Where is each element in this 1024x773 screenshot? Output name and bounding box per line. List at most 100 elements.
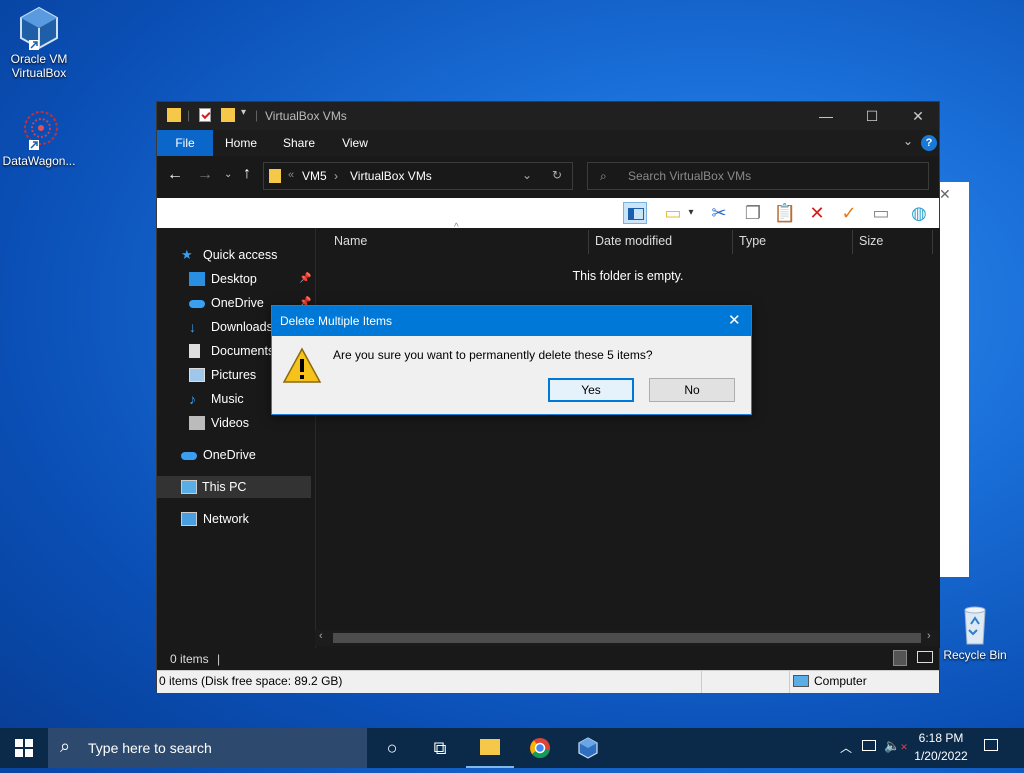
desktop-icon-label: DataWagon...	[2, 154, 76, 168]
tab-home[interactable]: Home	[215, 130, 267, 156]
paste-icon[interactable]: 📋	[773, 202, 797, 224]
copy-icon[interactable]: ❐	[741, 202, 765, 224]
new-folder-icon[interactable]	[221, 108, 235, 122]
preview-pane-icon[interactable]	[623, 202, 647, 224]
folder-icon	[167, 108, 181, 122]
separator: |	[255, 108, 259, 122]
shell-toolbar: ▭ ▾ ✂ ❐ 📋 ✕ ✓ ▭ ◍	[157, 198, 939, 228]
chrome-icon[interactable]	[516, 728, 564, 768]
search-box[interactable]: ⌕ Search VirtualBox VMs	[587, 162, 929, 190]
column-divider	[852, 230, 853, 254]
star-icon: ★	[181, 247, 193, 262]
yes-button[interactable]: Yes	[548, 378, 634, 402]
network-status-icon[interactable]	[862, 740, 876, 751]
recent-locations-icon[interactable]: ⌄	[224, 169, 232, 180]
network-icon	[181, 512, 197, 526]
sort-indicator-icon: ^	[454, 222, 459, 233]
back-icon[interactable]: ←	[167, 166, 183, 184]
search-placeholder: Search VirtualBox VMs	[628, 169, 752, 183]
show-hidden-icons-icon[interactable]: ︿	[840, 739, 852, 756]
taskbar-search-box[interactable]: ⌕ Type here to search	[48, 728, 367, 768]
column-header-type[interactable]: Type	[739, 230, 766, 252]
column-divider	[588, 230, 589, 254]
computer-icon	[793, 675, 809, 687]
scroll-right-icon[interactable]: ›	[927, 630, 931, 642]
address-dropdown-icon[interactable]: ⌄	[522, 168, 532, 182]
desktop-icon-virtualbox[interactable]: Oracle VM VirtualBox	[2, 6, 76, 80]
breadcrumb-virtualbox-vms[interactable]: VirtualBox VMs	[350, 169, 432, 183]
tab-view[interactable]: View	[329, 130, 381, 156]
dropdown-icon[interactable]: ▾	[679, 202, 703, 224]
properties-icon[interactable]	[199, 108, 211, 122]
tab-share[interactable]: Share	[273, 130, 325, 156]
tab-file[interactable]: File	[157, 130, 213, 156]
document-icon	[189, 344, 200, 358]
clock-time[interactable]: 6:18 PM	[912, 731, 970, 745]
taskbar-search-placeholder: Type here to search	[88, 740, 212, 756]
customize-qat-icon[interactable]: ▾	[241, 107, 246, 118]
column-header-date-modified[interactable]: Date modified	[595, 230, 672, 252]
videos-icon	[189, 416, 205, 430]
task-view-icon[interactable]: ⧉	[416, 728, 464, 768]
separator: |	[187, 108, 191, 122]
action-center-icon[interactable]	[984, 739, 998, 751]
nav-this-pc[interactable]: This PC	[157, 476, 311, 498]
delete-icon[interactable]: ✕	[805, 202, 829, 224]
breadcrumb-vm5[interactable]: VM5	[302, 169, 327, 183]
clock-date[interactable]: 1/20/2022	[908, 749, 974, 763]
no-button[interactable]: No	[649, 378, 735, 402]
dialog-title-bar[interactable]: Delete Multiple Items ✕	[272, 306, 751, 336]
desktop-icon-datawagon[interactable]: DataWagon...	[2, 108, 76, 168]
minimize-button[interactable]: —	[803, 102, 849, 130]
cut-icon[interactable]: ✂	[707, 202, 731, 224]
close-icon[interactable]: ✕	[939, 186, 951, 203]
breadcrumb-overflow[interactable]: «	[288, 169, 294, 181]
scroll-left-icon[interactable]: ‹	[319, 630, 323, 642]
virtualbox-icon	[17, 6, 61, 50]
music-icon: ♪	[189, 391, 196, 407]
desktop-icon-recycle-bin[interactable]: Recycle Bin	[938, 602, 1012, 662]
close-button[interactable]: ✕	[895, 102, 941, 130]
search-icon: ⌕	[60, 736, 71, 756]
volume-muted-icon[interactable]: 🔈✕	[884, 738, 908, 754]
help-icon[interactable]: ?	[921, 135, 937, 151]
expand-ribbon-icon[interactable]: ⌄	[903, 134, 913, 148]
address-bar[interactable]: « VM5 › VirtualBox VMs ⌄ ↻	[263, 162, 573, 190]
download-icon: ↓	[189, 319, 196, 335]
desktop-icon-label: VirtualBox	[11, 66, 67, 80]
column-divider	[732, 230, 733, 254]
title-bar[interactable]: | ▾ | VirtualBox VMs — ☐ ✕	[157, 102, 939, 130]
column-header-size[interactable]: Size	[859, 230, 883, 252]
dialog-close-icon[interactable]: ✕	[728, 311, 741, 329]
start-button[interactable]	[0, 728, 48, 768]
cloud-icon	[181, 452, 197, 460]
empty-folder-message: This folder is empty.	[572, 269, 684, 283]
item-count: 0 items	[170, 652, 209, 666]
details-status-bar: 0 items (Disk free space: 89.2 GB) Compu…	[157, 670, 939, 693]
checkmark-icon[interactable]: ✓	[837, 202, 861, 224]
warning-icon	[282, 346, 322, 386]
horizontal-scrollbar[interactable]: ‹ ›	[315, 630, 939, 646]
forward-icon[interactable]: →	[197, 166, 213, 184]
disk-space-status: 0 items (Disk free space: 89.2 GB)	[159, 674, 343, 688]
recycle-bin-icon	[953, 602, 997, 646]
nav-desktop[interactable]: Desktop 📌	[189, 268, 313, 290]
details-view-icon[interactable]	[893, 650, 907, 666]
desktop-icon-label: Oracle VM	[10, 52, 68, 66]
column-divider	[932, 230, 933, 254]
column-header-name[interactable]: Name	[334, 230, 367, 252]
maximize-button[interactable]: ☐	[849, 102, 895, 130]
breadcrumb-separator: ›	[334, 169, 338, 183]
up-icon[interactable]: ↑	[243, 165, 251, 183]
cortana-icon[interactable]: ○	[368, 728, 416, 768]
file-explorer-taskbar-icon[interactable]	[466, 728, 514, 768]
virtualbox-taskbar-icon[interactable]	[564, 728, 612, 768]
rename-icon[interactable]: ▭	[869, 202, 893, 224]
scrollbar-thumb[interactable]	[333, 633, 921, 643]
large-icons-view-icon[interactable]	[917, 651, 933, 663]
properties-shell-icon[interactable]: ◍	[907, 202, 931, 224]
background-window[interactable]: ✕	[936, 182, 969, 577]
refresh-icon[interactable]: ↻	[552, 168, 562, 182]
delete-multiple-items-dialog[interactable]: Delete Multiple Items ✕ Are you sure you…	[271, 305, 752, 415]
file-list[interactable]: ^ Name Date modified Type Size This fold…	[315, 222, 940, 648]
